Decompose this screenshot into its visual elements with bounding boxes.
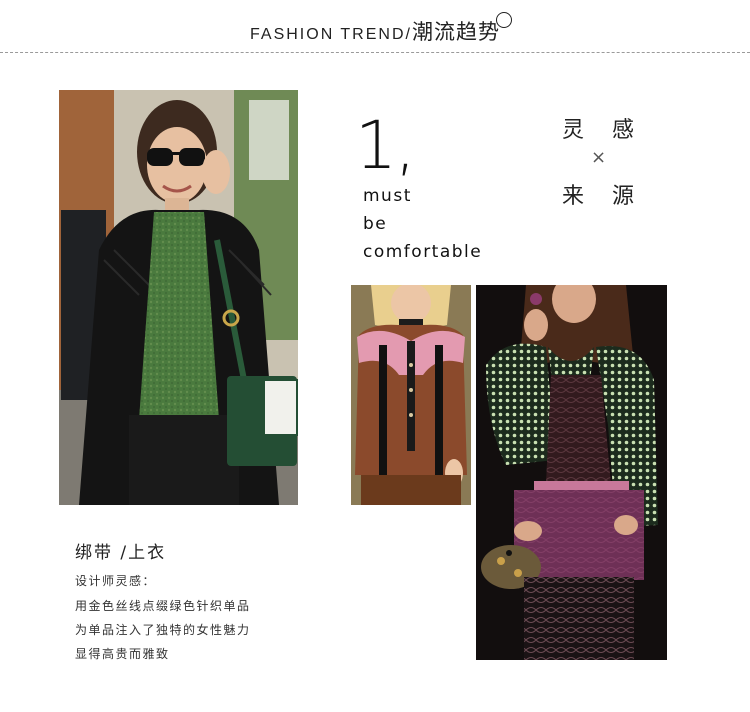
photo-pink-brown-cardigan-illustration (351, 285, 471, 505)
photo-polka-dot-bow-blouse (476, 285, 667, 660)
caption-line: 显得高贵而雅致 (75, 647, 170, 661)
caption-line: 设计师灵感： (75, 574, 157, 588)
page-header-title: FASHION TREND/潮流趋势 (0, 16, 750, 46)
caption-line: 用金色丝线点缀绿色针织单品 (75, 599, 251, 613)
inspiration-char: 感 (612, 118, 637, 143)
photo-woman-leather-jacket (59, 90, 298, 505)
photo-pink-brown-cardigan (351, 285, 471, 505)
photo-polka-dot-bow-blouse-illustration (476, 285, 667, 660)
caption-title: 绑带 /上衣 (75, 543, 167, 563)
slogan-line: must (363, 186, 412, 206)
inspiration-separator-icon: × (591, 147, 609, 168)
inspiration-char: 来 (562, 184, 587, 209)
slogan-line: comfortable (363, 242, 483, 262)
header-title-chinese: 潮流趋势 (411, 20, 500, 44)
feature-number: 1, (355, 107, 416, 184)
header-title-english: FASHION TREND/ (250, 26, 412, 43)
inspiration-char: 灵 (562, 118, 587, 143)
caption-line: 为单品注入了独特的女性魅力 (75, 623, 251, 637)
header-dashed-divider (0, 52, 750, 53)
photo-woman-leather-jacket-illustration (59, 90, 298, 505)
slogan-line: be (363, 214, 388, 234)
inspiration-char: 源 (612, 184, 637, 209)
decorative-circle-icon (496, 12, 512, 28)
